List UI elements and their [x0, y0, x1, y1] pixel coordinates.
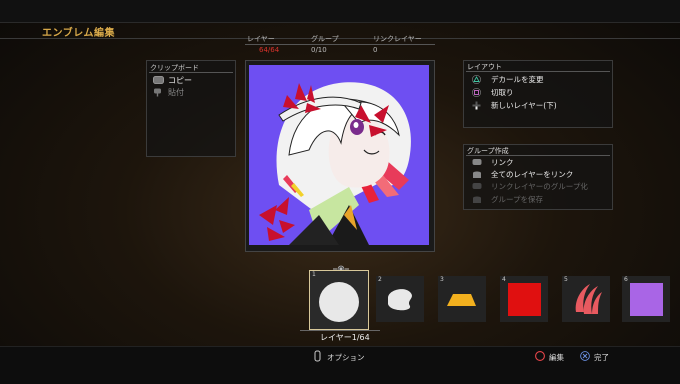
layer-slot-3[interactable]: 3 [438, 276, 486, 322]
new-layer-below-action[interactable]: 新しいレイヤー(下) [472, 100, 557, 111]
group-count-label: グループ [311, 35, 339, 43]
l1-button-icon [472, 158, 482, 167]
link-all-layers-action[interactable]: 全てのレイヤーをリンク [472, 169, 573, 180]
triangle-button-icon [472, 75, 481, 84]
link-all-layers-label: 全てのレイヤーをリンク [491, 170, 574, 179]
link-label: リンク [491, 158, 514, 167]
layer-slot-6[interactable]: 6 [622, 276, 670, 322]
save-group-action[interactable]: グループを保存 [472, 194, 543, 205]
edit-button[interactable]: 編集 [535, 351, 564, 363]
change-decal-action[interactable]: デカールを変更 [472, 74, 544, 85]
dpad-down-icon [472, 101, 481, 110]
layer-indicator-divider [300, 330, 380, 331]
options-button[interactable]: オプション [314, 350, 365, 364]
claw-layer-thumb [575, 284, 602, 314]
layout-divider [466, 71, 610, 72]
paste-label: 貼付 [168, 88, 184, 97]
link-count-value: 0 [373, 46, 378, 54]
cut-label: 切取り [491, 88, 514, 97]
layer-count-label: レイヤー [247, 35, 275, 43]
counters-divider [245, 44, 435, 45]
circle-layer-thumb [319, 282, 359, 322]
group-divider [466, 155, 610, 156]
bottom-button-bar: オプション 編集 完了 [0, 346, 680, 384]
layout-panel: レイアウト デカールを変更 切取り 新しいレイヤー(下) [463, 60, 613, 128]
screen-title: エンブレム編集 [42, 28, 115, 39]
cross-button-icon [580, 351, 590, 363]
link-count-label: リンクレイヤー [373, 35, 422, 43]
layer-slot-4[interactable]: 4 [500, 276, 548, 322]
options-button-icon [314, 350, 321, 364]
r2-button-icon [472, 195, 481, 204]
trapezoid-layer-thumb [447, 294, 476, 306]
selection-indicator-icon [333, 258, 349, 273]
layer-slot-1[interactable]: 1 [309, 270, 369, 330]
group-linked-layers-action[interactable]: リンクレイヤーのグループ化 [472, 181, 588, 192]
touchpad-press-icon [153, 88, 162, 97]
new-layer-below-label: 新しいレイヤー(下) [491, 101, 557, 110]
link-action[interactable]: リンク [472, 157, 514, 168]
group-panel: グループ作成 リンク 全てのレイヤーをリンク リンクレイヤーのグループ化 グルー… [463, 144, 613, 210]
top-bar [0, 0, 680, 23]
change-decal-label: デカールを変更 [491, 75, 544, 84]
group-linked-layers-label: リンクレイヤーのグループ化 [491, 182, 588, 191]
done-label: 完了 [594, 352, 609, 362]
square-layer-thumb [508, 283, 541, 316]
done-button[interactable]: 完了 [580, 351, 609, 363]
clipboard-panel: クリップボード コピー 貼付 [146, 60, 236, 157]
circle-button-icon [535, 351, 545, 363]
paste-action[interactable]: 貼付 [153, 87, 184, 98]
layer-count-value: 64/64 [259, 46, 280, 54]
edit-label: 編集 [549, 352, 564, 362]
l2-button-icon [472, 170, 481, 179]
save-group-label: グループを保存 [491, 195, 544, 204]
blob-layer-thumb [388, 289, 412, 311]
layer-slot-5[interactable]: 5 [562, 276, 610, 322]
layer-slot-2[interactable]: 2 [376, 276, 424, 322]
copy-action[interactable]: コピー [153, 75, 192, 86]
layer-indicator: レイヤー1/64 [320, 333, 370, 342]
cut-action[interactable]: 切取り [472, 87, 514, 98]
copy-label: コピー [168, 76, 192, 85]
layer-counters: レイヤー グループ リンクレイヤー 64/64 0/10 0 [245, 34, 435, 58]
emblem-canvas[interactable] [249, 65, 429, 245]
clipboard-divider [149, 72, 233, 73]
emblem-artwork [259, 82, 411, 245]
square-button-icon [472, 88, 481, 97]
r1-button-icon [472, 182, 482, 191]
square-layer-thumb [630, 283, 663, 316]
options-label: オプション [327, 352, 365, 362]
group-count-value: 0/10 [311, 46, 327, 54]
touchpad-icon [153, 76, 164, 85]
